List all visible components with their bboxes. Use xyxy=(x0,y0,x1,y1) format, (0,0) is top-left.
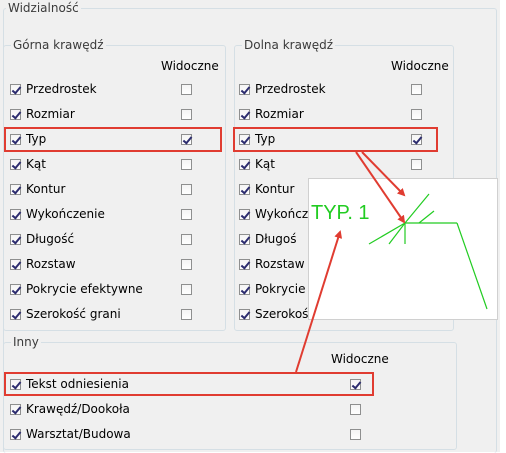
other-item-visible-checkbox[interactable] xyxy=(350,429,361,440)
lower-item-label: Długoś xyxy=(255,232,297,246)
lower-item-label: Kontur xyxy=(255,182,295,196)
lower-item-checkbox[interactable] xyxy=(239,284,250,295)
upper-item-checkbox[interactable] xyxy=(10,284,21,295)
lower-visible-header: Widoczne xyxy=(391,59,449,73)
lower-item-checkbox[interactable] xyxy=(239,159,250,170)
lower-item-checkbox[interactable] xyxy=(239,309,250,320)
upper-item-visible-checkbox[interactable] xyxy=(181,184,192,195)
upper-item-visible-checkbox[interactable] xyxy=(181,109,192,120)
upper-item-visible-checkbox[interactable] xyxy=(181,159,192,170)
upper-item-visible-checkbox[interactable] xyxy=(181,309,192,320)
upper-item-visible-checkbox[interactable] xyxy=(181,259,192,270)
upper-edge-title: Górna krawędź xyxy=(11,38,106,52)
lower-item-checkbox[interactable] xyxy=(239,184,250,195)
upper-item-checkbox[interactable] xyxy=(10,209,21,220)
lower-item-visible-checkbox[interactable] xyxy=(411,84,422,95)
upper-item-checkbox[interactable] xyxy=(10,234,21,245)
lower-edge-title: Dolna krawędź xyxy=(242,38,336,52)
upper-item-checkbox[interactable] xyxy=(10,109,21,120)
upper-item-checkbox[interactable] xyxy=(10,184,21,195)
lower-item-label: Kąt xyxy=(255,157,275,171)
lower-item-visible-checkbox[interactable] xyxy=(411,159,422,170)
upper-item-checkbox[interactable] xyxy=(10,159,21,170)
upper-item-visible-checkbox[interactable] xyxy=(181,209,192,220)
other-item-label: Warsztat/Budowa xyxy=(26,427,131,441)
lower-item-label: Rozmiar xyxy=(255,107,304,121)
upper-item-label: Rozstaw xyxy=(26,257,76,271)
reference-text-highlight xyxy=(4,372,374,396)
other-visible-header: Widoczne xyxy=(331,352,389,366)
lower-item-checkbox[interactable] xyxy=(239,84,250,95)
lower-item-checkbox[interactable] xyxy=(239,209,250,220)
upper-item-label: Długość xyxy=(26,232,75,246)
upper-item-label: Rozmiar xyxy=(26,107,75,121)
upper-item-checkbox[interactable] xyxy=(10,309,21,320)
lower-item-visible-checkbox[interactable] xyxy=(411,109,422,120)
lower-item-label: Przedrostek xyxy=(255,82,326,96)
visibility-group-title: Widzialność xyxy=(6,1,81,15)
other-item-checkbox[interactable] xyxy=(10,404,21,415)
upper-item-checkbox[interactable] xyxy=(10,84,21,95)
preview-weld-drawing xyxy=(368,193,488,310)
lower-item-label: Szerokoś xyxy=(255,307,309,321)
other-item-checkbox[interactable] xyxy=(10,429,21,440)
upper-item-visible-checkbox[interactable] xyxy=(181,284,192,295)
upper-item-label: Pokrycie efektywne xyxy=(26,282,143,296)
upper-item-visible-checkbox[interactable] xyxy=(181,234,192,245)
other-item-label: Krawędź/Dookoła xyxy=(26,402,130,416)
upper-visible-header: Widoczne xyxy=(161,59,219,73)
lower-item-label: Rozstaw xyxy=(255,257,305,271)
upper-item-label: Kąt xyxy=(26,157,46,171)
upper-item-label: Wykończenie xyxy=(26,207,105,221)
lower-item-label: Wykończ xyxy=(255,207,309,221)
upper-item-label: Przedrostek xyxy=(26,82,97,96)
lower-typ-highlight xyxy=(233,127,438,152)
lower-item-checkbox[interactable] xyxy=(239,259,250,270)
lower-item-checkbox[interactable] xyxy=(239,109,250,120)
other-item-visible-checkbox[interactable] xyxy=(350,404,361,415)
upper-item-checkbox[interactable] xyxy=(10,259,21,270)
upper-typ-highlight xyxy=(4,127,222,152)
lower-item-checkbox[interactable] xyxy=(239,234,250,245)
upper-item-label: Szerokość grani xyxy=(26,307,121,321)
upper-item-visible-checkbox[interactable] xyxy=(181,84,192,95)
other-title: Inny xyxy=(11,335,41,349)
weld-symbol-preview: TYP. 1 xyxy=(308,178,498,320)
upper-item-label: Kontur xyxy=(26,182,66,196)
